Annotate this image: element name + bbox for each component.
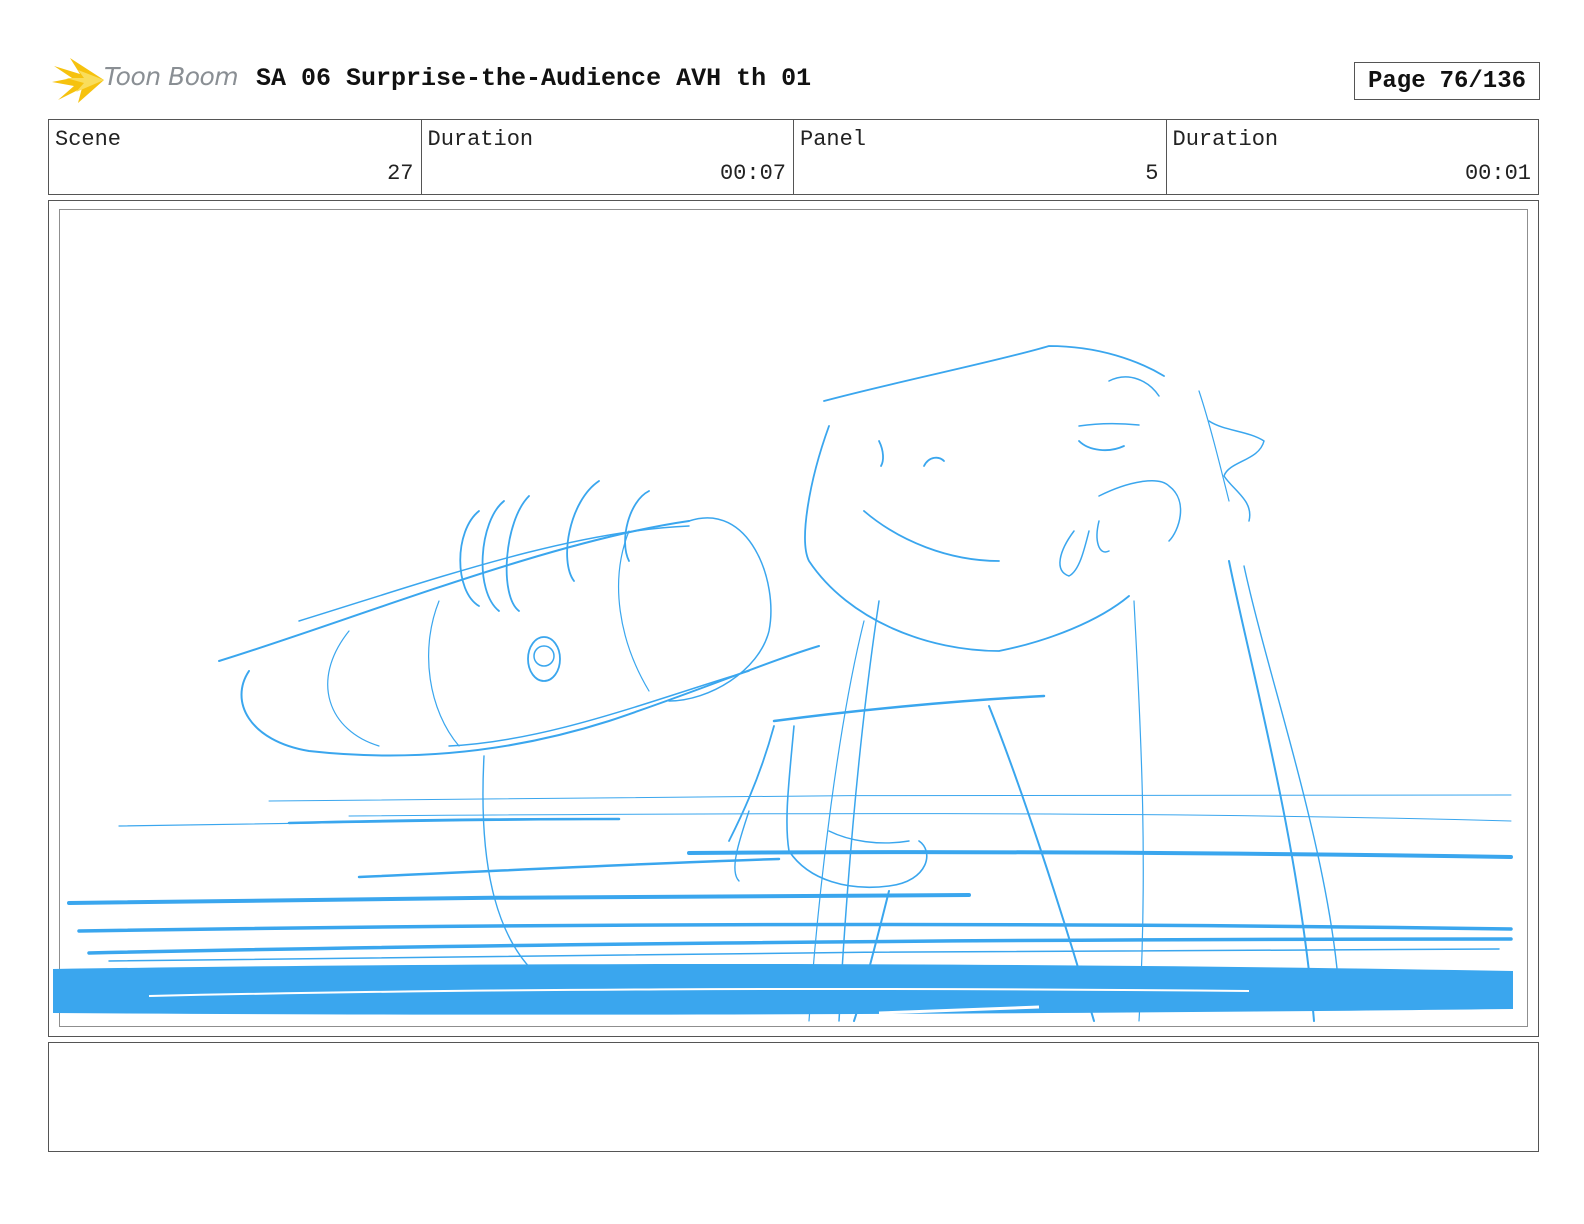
- panel-value: 5: [1145, 161, 1159, 186]
- panel-label: Panel: [800, 127, 867, 152]
- scene-value: 27: [387, 161, 414, 186]
- logo-wordmark: Toon Boom: [104, 62, 239, 91]
- page-label: Page: [1367, 67, 1426, 95]
- panel-duration-cell: Duration 00:01: [1167, 120, 1539, 194]
- starburst-icon: [52, 58, 104, 103]
- panel-duration-label: Duration: [1172, 127, 1279, 152]
- scene-cell: Scene 27: [49, 120, 422, 194]
- scene-duration-value: 00:07: [719, 161, 786, 186]
- page-header: Toon Boom SA 06 Surprise-the-Audience AV…: [52, 56, 1540, 104]
- scene-duration-cell: Duration 00:07: [422, 120, 794, 194]
- panel-duration-value: 00:01: [1464, 161, 1531, 186]
- page-indicator: Page 76/136: [1354, 62, 1540, 100]
- page-number: 76/136: [1439, 67, 1527, 95]
- storyboard-sketch: [53, 345, 1513, 1022]
- scene-duration-label: Duration: [427, 127, 534, 152]
- storyboard-panel: [48, 200, 1539, 1037]
- scene-label: Scene: [55, 127, 122, 152]
- toon-boom-logo: Toon Boom: [52, 56, 242, 104]
- document-title: SA 06 Surprise-the-Audience AVH th 01: [256, 64, 812, 93]
- panel-info-table: Scene 27 Duration 00:07 Panel 5 Duration…: [48, 119, 1539, 195]
- panel-cell: Panel 5: [794, 120, 1167, 194]
- panel-notes: [48, 1042, 1539, 1152]
